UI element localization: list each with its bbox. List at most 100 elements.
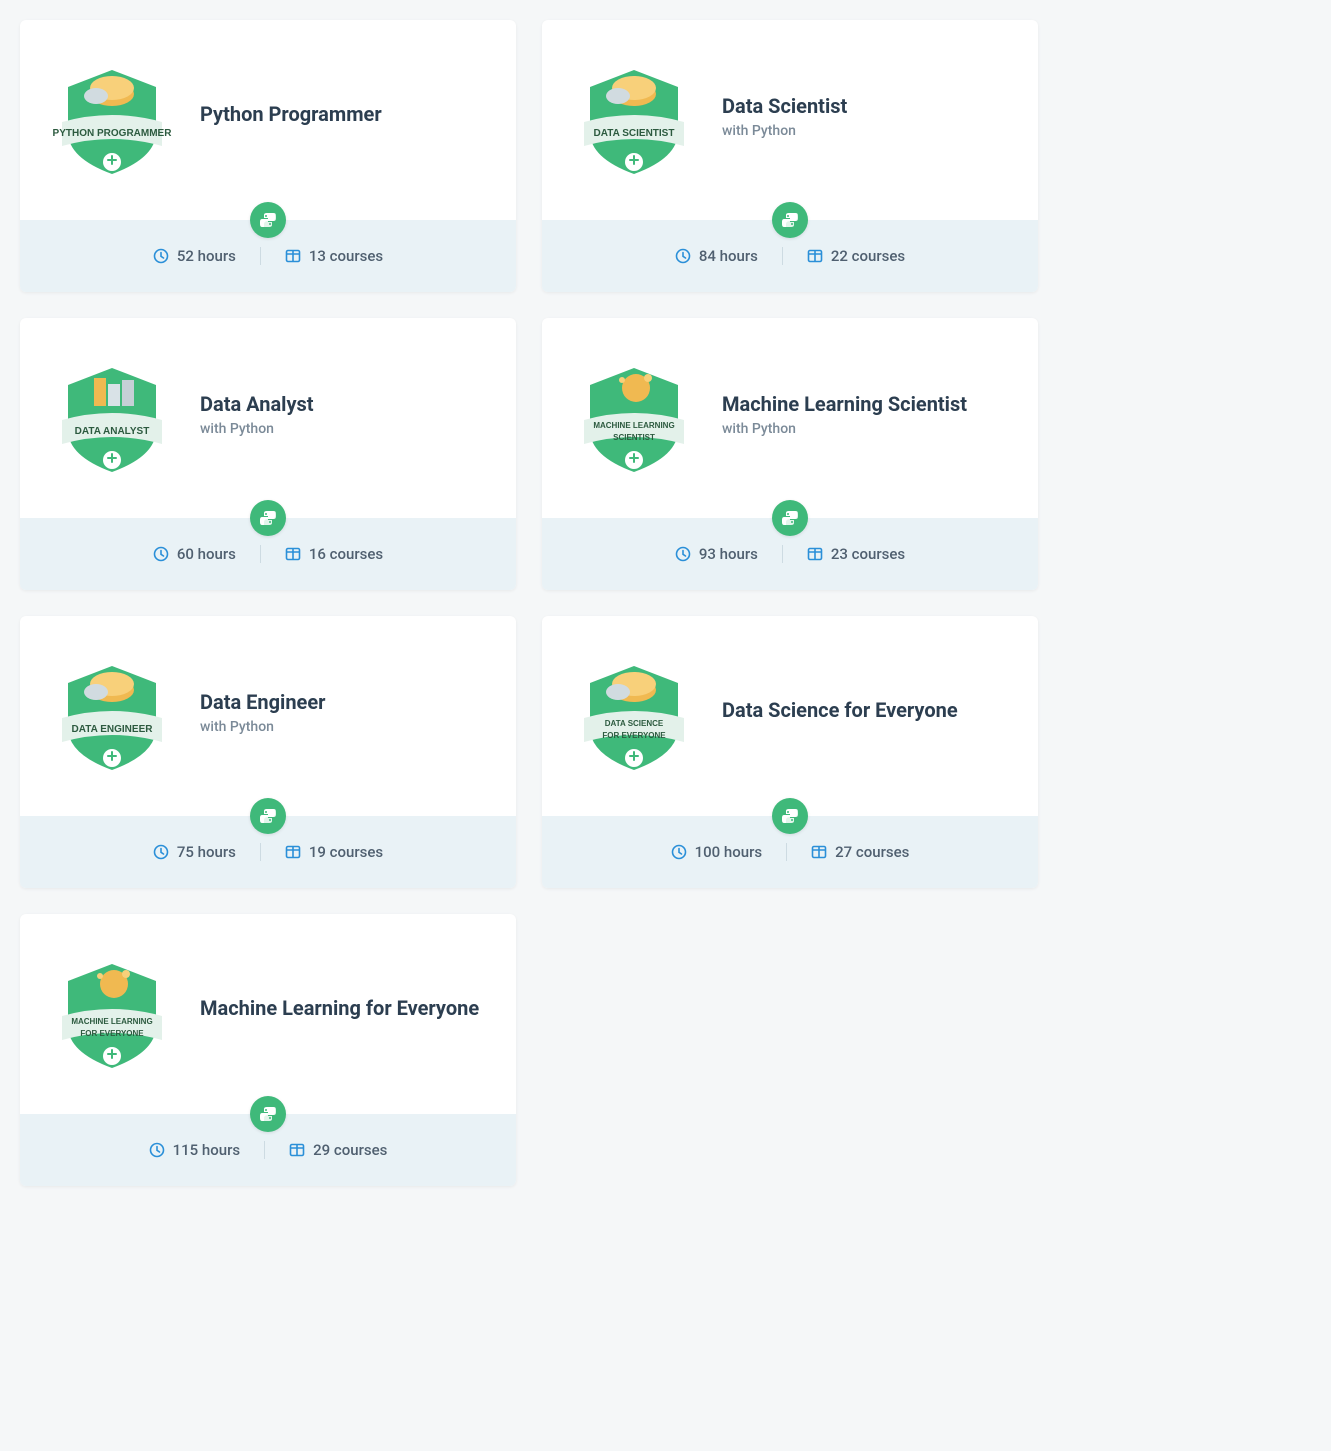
track-badge-icon: PYTHON PROGRAMMER — [48, 52, 176, 180]
track-title: Machine Learning Scientist — [722, 392, 1010, 417]
track-badge-icon: DATA ENGINEER — [48, 648, 176, 776]
card-footer: 84 hours 22 courses — [542, 220, 1038, 292]
track-card[interactable]: DATA ANALYST Data Analyst with Python 60… — [20, 318, 516, 590]
svg-text:DATA ANALYST: DATA ANALYST — [75, 426, 150, 437]
hours-value: 52 hours — [177, 247, 236, 265]
courses-value: 19 courses — [309, 843, 383, 861]
python-icon — [772, 798, 808, 834]
clock-icon — [153, 248, 169, 264]
track-grid: PYTHON PROGRAMMER Python Programmer 52 h… — [20, 20, 1311, 1186]
track-title: Data Engineer — [200, 690, 488, 715]
track-card[interactable]: DATA ENGINEER Data Engineer with Python … — [20, 616, 516, 888]
svg-text:PYTHON PROGRAMMER: PYTHON PROGRAMMER — [53, 128, 173, 139]
card-body: DATA ANALYST Data Analyst with Python — [20, 318, 516, 518]
card-footer: 100 hours 27 courses — [542, 816, 1038, 888]
card-body: DATA SCIENCE FOR EVERYONE Data Science fo… — [542, 616, 1038, 816]
track-title: Python Programmer — [200, 102, 488, 127]
track-title: Data Analyst — [200, 392, 488, 417]
book-icon — [807, 546, 823, 562]
svg-text:DATA ENGINEER: DATA ENGINEER — [72, 724, 154, 735]
hours-stat: 100 hours — [671, 843, 763, 861]
book-icon — [289, 1142, 305, 1158]
track-card[interactable]: DATA SCIENCE FOR EVERYONE Data Science fo… — [542, 616, 1038, 888]
track-subtitle: with Python — [200, 421, 488, 437]
track-badge-icon: MACHINE LEARNING SCIENTIST — [570, 350, 698, 478]
track-card[interactable]: MACHINE LEARNING SCIENTIST Machine Learni… — [542, 318, 1038, 590]
hours-value: 93 hours — [699, 545, 758, 563]
python-icon — [250, 1096, 286, 1132]
card-footer: 52 hours 13 courses — [20, 220, 516, 292]
courses-value: 29 courses — [313, 1141, 387, 1159]
card-footer: 60 hours 16 courses — [20, 518, 516, 590]
track-title: Data Scientist — [722, 94, 1010, 119]
title-block: Data Science for Everyone — [722, 698, 1010, 727]
card-body: DATA ENGINEER Data Engineer with Python — [20, 616, 516, 816]
title-block: Machine Learning Scientist with Python — [722, 392, 1010, 437]
card-body: MACHINE LEARNING SCIENTIST Machine Learni… — [542, 318, 1038, 518]
track-badge-icon: DATA SCIENTIST — [570, 52, 698, 180]
courses-value: 23 courses — [831, 545, 905, 563]
card-body: PYTHON PROGRAMMER Python Programmer — [20, 20, 516, 220]
book-icon — [285, 844, 301, 860]
clock-icon — [149, 1142, 165, 1158]
stat-divider — [786, 843, 787, 861]
stat-divider — [260, 545, 261, 563]
track-card[interactable]: MACHINE LEARNING FOR EVERYONE Machine Lea… — [20, 914, 516, 1186]
courses-stat: 16 courses — [285, 545, 383, 563]
hours-stat: 84 hours — [675, 247, 758, 265]
courses-value: 27 courses — [835, 843, 909, 861]
clock-icon — [675, 546, 691, 562]
stat-divider — [264, 1141, 265, 1159]
hours-value: 100 hours — [695, 843, 763, 861]
svg-text:DATA SCIENCE: DATA SCIENCE — [605, 719, 664, 728]
card-body: MACHINE LEARNING FOR EVERYONE Machine Lea… — [20, 914, 516, 1114]
hours-value: 84 hours — [699, 247, 758, 265]
courses-value: 13 courses — [309, 247, 383, 265]
svg-text:DATA SCIENTIST: DATA SCIENTIST — [594, 128, 675, 139]
hours-stat: 75 hours — [153, 843, 236, 861]
track-badge-icon: MACHINE LEARNING FOR EVERYONE — [48, 946, 176, 1074]
courses-stat: 23 courses — [807, 545, 905, 563]
book-icon — [807, 248, 823, 264]
track-title: Data Science for Everyone — [722, 698, 1010, 723]
hours-value: 115 hours — [173, 1141, 241, 1159]
track-card[interactable]: PYTHON PROGRAMMER Python Programmer 52 h… — [20, 20, 516, 292]
svg-text:FOR EVERYONE: FOR EVERYONE — [602, 731, 666, 740]
courses-stat: 29 courses — [289, 1141, 387, 1159]
hours-value: 60 hours — [177, 545, 236, 563]
courses-stat: 27 courses — [811, 843, 909, 861]
track-subtitle: with Python — [200, 719, 488, 735]
hours-stat: 60 hours — [153, 545, 236, 563]
courses-stat: 13 courses — [285, 247, 383, 265]
track-badge-icon: DATA SCIENCE FOR EVERYONE — [570, 648, 698, 776]
track-card[interactable]: DATA SCIENTIST Data Scientist with Pytho… — [542, 20, 1038, 292]
svg-text:MACHINE LEARNING: MACHINE LEARNING — [593, 421, 674, 430]
card-body: DATA SCIENTIST Data Scientist with Pytho… — [542, 20, 1038, 220]
book-icon — [285, 248, 301, 264]
hours-value: 75 hours — [177, 843, 236, 861]
hours-stat: 52 hours — [153, 247, 236, 265]
hours-stat: 115 hours — [149, 1141, 241, 1159]
courses-value: 22 courses — [831, 247, 905, 265]
svg-text:FOR EVERYONE: FOR EVERYONE — [80, 1029, 144, 1038]
title-block: Machine Learning for Everyone — [200, 996, 488, 1025]
clock-icon — [153, 546, 169, 562]
track-title: Machine Learning for Everyone — [200, 996, 488, 1021]
stat-divider — [782, 247, 783, 265]
svg-text:SCIENTIST: SCIENTIST — [613, 433, 655, 442]
track-subtitle: with Python — [722, 421, 1010, 437]
book-icon — [285, 546, 301, 562]
card-footer: 75 hours 19 courses — [20, 816, 516, 888]
python-icon — [772, 500, 808, 536]
card-footer: 115 hours 29 courses — [20, 1114, 516, 1186]
clock-icon — [675, 248, 691, 264]
card-footer: 93 hours 23 courses — [542, 518, 1038, 590]
clock-icon — [671, 844, 687, 860]
clock-icon — [153, 844, 169, 860]
python-icon — [250, 202, 286, 238]
svg-text:MACHINE LEARNING: MACHINE LEARNING — [71, 1017, 152, 1026]
hours-stat: 93 hours — [675, 545, 758, 563]
title-block: Data Scientist with Python — [722, 94, 1010, 139]
python-icon — [250, 798, 286, 834]
title-block: Data Analyst with Python — [200, 392, 488, 437]
